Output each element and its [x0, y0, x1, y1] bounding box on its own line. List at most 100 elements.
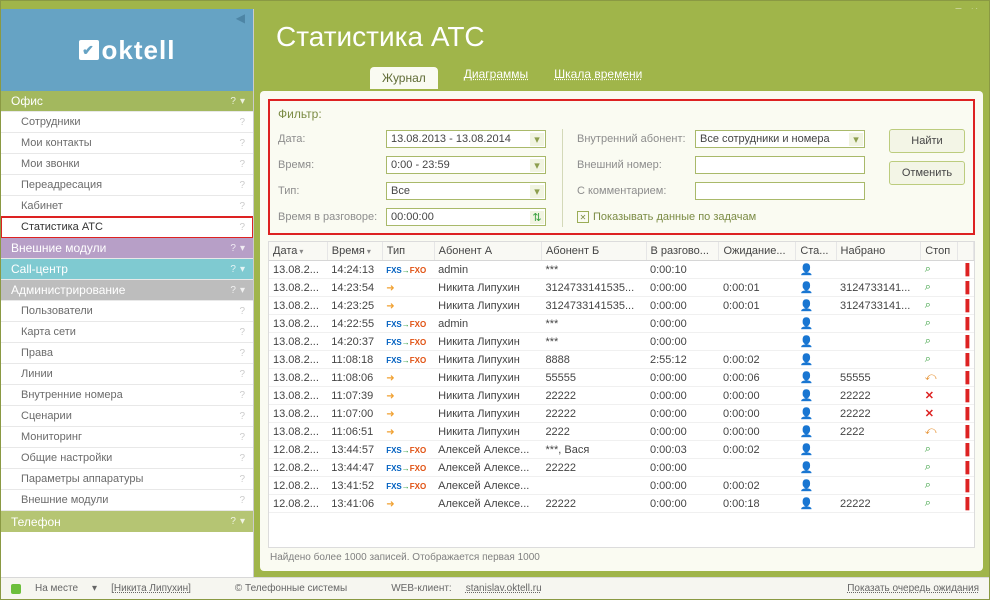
- chevron-down-icon[interactable]: ▾: [240, 243, 245, 254]
- col-header[interactable]: В разгово...: [646, 242, 719, 261]
- help-icon[interactable]: ?: [239, 222, 245, 233]
- help-icon[interactable]: ?: [230, 243, 236, 254]
- help-icon[interactable]: ?: [239, 306, 245, 317]
- chevron-down-icon[interactable]: ▾: [240, 96, 245, 107]
- presence-text[interactable]: На месте: [35, 583, 78, 594]
- nav-item[interactable]: Сотрудники?: [1, 112, 253, 133]
- col-header[interactable]: Ста...: [796, 242, 836, 261]
- nav-header-office[interactable]: Офис?▾: [1, 91, 253, 112]
- table-row[interactable]: 13.08.2...11:08:18FXS→FXOНикита Липухин8…: [269, 351, 974, 369]
- col-header[interactable]: Дата: [269, 242, 327, 261]
- stop-warn-icon: ⤺: [925, 371, 937, 383]
- help-icon[interactable]: ?: [239, 138, 245, 149]
- status-icon: 👤: [800, 318, 814, 330]
- help-icon[interactable]: ?: [230, 96, 236, 107]
- nav-item[interactable]: Переадресация?: [1, 175, 253, 196]
- find-button[interactable]: Найти: [889, 129, 965, 153]
- table-row[interactable]: 13.08.2...11:07:00➜Никита Липухин222220:…: [269, 405, 974, 423]
- help-icon[interactable]: ?: [239, 369, 245, 380]
- table-row[interactable]: 12.08.2...13:44:47FXS→FXOАлексей Алексе.…: [269, 459, 974, 477]
- col-header[interactable]: Стоп: [921, 242, 958, 261]
- nav-header-phone[interactable]: Телефон?▾: [1, 511, 253, 532]
- dropdown-icon[interactable]: ▾: [530, 185, 544, 198]
- results-table[interactable]: ДатаВремяТипАбонент ААбонент БВ разгово.…: [268, 241, 975, 548]
- stop-ok-icon: ⌕: [925, 461, 931, 473]
- table-row[interactable]: 12.08.2...13:44:57FXS→FXOАлексей Алексе.…: [269, 441, 974, 459]
- table-row[interactable]: 12.08.2...13:41:52FXS→FXOАлексей Алексе.…: [269, 477, 974, 495]
- nav-item[interactable]: Мониторинг?: [1, 427, 253, 448]
- dropdown-icon[interactable]: ▾: [530, 159, 544, 172]
- table-row[interactable]: 13.08.2...14:20:37FXS→FXOНикита Липухин*…: [269, 333, 974, 351]
- help-icon[interactable]: ?: [230, 516, 236, 527]
- table-row[interactable]: 13.08.2...14:24:13FXS→FXOadmin***0:00:10…: [269, 261, 974, 279]
- col-header[interactable]: Тип: [382, 242, 434, 261]
- help-icon[interactable]: ?: [239, 117, 245, 128]
- help-icon[interactable]: ?: [239, 390, 245, 401]
- nav-item[interactable]: Карта сети?: [1, 322, 253, 343]
- col-header[interactable]: Ожидание...: [719, 242, 796, 261]
- filter-comm-field[interactable]: [695, 182, 865, 200]
- nav-item[interactable]: Общие настройки?: [1, 448, 253, 469]
- status-web-link[interactable]: stanislav.oktell.ru: [466, 583, 542, 594]
- filter-type-field[interactable]: Все▾: [386, 182, 546, 200]
- nav-item[interactable]: Мои контакты?: [1, 133, 253, 154]
- table-row[interactable]: 13.08.2...11:08:06➜Никита Липухин555550:…: [269, 369, 974, 387]
- status-user[interactable]: [Никита Липухин]: [111, 583, 191, 594]
- nav-item[interactable]: Параметры аппаратуры?: [1, 469, 253, 490]
- cancel-button[interactable]: Отменить: [889, 161, 965, 185]
- filter-talk-field[interactable]: 00:00:00⇅: [386, 208, 546, 226]
- table-row[interactable]: 13.08.2...11:07:39➜Никита Липухин222220:…: [269, 387, 974, 405]
- tab-2[interactable]: Шкала времени: [554, 67, 642, 89]
- help-icon[interactable]: ?: [239, 474, 245, 485]
- filter-time-field[interactable]: 0:00 - 23:59▾: [386, 156, 546, 174]
- help-icon[interactable]: ?: [230, 285, 236, 296]
- table-row[interactable]: 12.08.2...13:41:06➜Алексей Алексе...2222…: [269, 495, 974, 513]
- help-icon[interactable]: ?: [239, 495, 245, 506]
- tab-0[interactable]: Журнал: [370, 67, 438, 89]
- chevron-down-icon[interactable]: ▾: [240, 516, 245, 527]
- help-icon[interactable]: ?: [239, 411, 245, 422]
- status-queue-link[interactable]: Показать очередь ожидания: [847, 583, 979, 594]
- nav-header-cc[interactable]: Call-центр?▾: [1, 259, 253, 280]
- nav-header-admin[interactable]: Администрирование?▾: [1, 280, 253, 301]
- col-header[interactable]: Набрано: [836, 242, 921, 261]
- sidebar-collapse-icon[interactable]: ◀: [236, 11, 245, 25]
- chevron-down-icon[interactable]: ▾: [240, 264, 245, 275]
- chevron-down-icon[interactable]: ▾: [240, 285, 245, 296]
- help-icon[interactable]: ?: [239, 453, 245, 464]
- col-header[interactable]: Абонент Б: [541, 242, 646, 261]
- nav-item[interactable]: Статистика АТС?: [1, 217, 253, 238]
- nav-item[interactable]: Линии?: [1, 364, 253, 385]
- help-icon[interactable]: ?: [239, 348, 245, 359]
- presence-dropdown-icon[interactable]: ▾: [92, 583, 97, 594]
- col-header[interactable]: Абонент А: [434, 242, 541, 261]
- filter-ext-field[interactable]: [695, 156, 865, 174]
- nav-item[interactable]: Права?: [1, 343, 253, 364]
- help-icon[interactable]: ?: [230, 264, 236, 275]
- filter-date-field[interactable]: 13.08.2013 - 13.08.2014▾: [386, 130, 546, 148]
- filter-panel: Фильтр: Дата: 13.08.2013 - 13.08.2014▾ В…: [268, 99, 975, 235]
- nav-item[interactable]: Кабинет?: [1, 196, 253, 217]
- dropdown-icon[interactable]: ▾: [530, 133, 544, 146]
- tab-1[interactable]: Диаграммы: [464, 67, 528, 89]
- nav-header-ext[interactable]: Внешние модули?▾: [1, 238, 253, 259]
- help-icon[interactable]: ?: [239, 159, 245, 170]
- nav-item[interactable]: Пользователи?: [1, 301, 253, 322]
- dropdown-icon[interactable]: ▾: [849, 133, 863, 146]
- nav-item[interactable]: Сценарии?: [1, 406, 253, 427]
- help-icon[interactable]: ?: [239, 432, 245, 443]
- table-row[interactable]: 13.08.2...11:06:51➜Никита Липухин22220:0…: [269, 423, 974, 441]
- stepper-icon[interactable]: ⇅: [530, 211, 544, 224]
- nav-item[interactable]: Внешние модули?: [1, 490, 253, 511]
- nav-item[interactable]: Мои звонки?: [1, 154, 253, 175]
- help-icon[interactable]: ?: [239, 180, 245, 191]
- help-icon[interactable]: ?: [239, 201, 245, 212]
- table-row[interactable]: 13.08.2...14:23:25➜Никита Липухин3124733…: [269, 297, 974, 315]
- help-icon[interactable]: ?: [239, 327, 245, 338]
- col-header[interactable]: Время: [327, 242, 382, 261]
- table-row[interactable]: 13.08.2...14:23:54➜Никита Липухин3124733…: [269, 279, 974, 297]
- filter-tasks-checkbox[interactable]: ✕Показывать данные по задачам: [577, 211, 756, 223]
- filter-abon-field[interactable]: Все сотрудники и номера▾: [695, 130, 865, 148]
- table-row[interactable]: 13.08.2...14:22:55FXS→FXOadmin***0:00:00…: [269, 315, 974, 333]
- nav-item[interactable]: Внутренние номера?: [1, 385, 253, 406]
